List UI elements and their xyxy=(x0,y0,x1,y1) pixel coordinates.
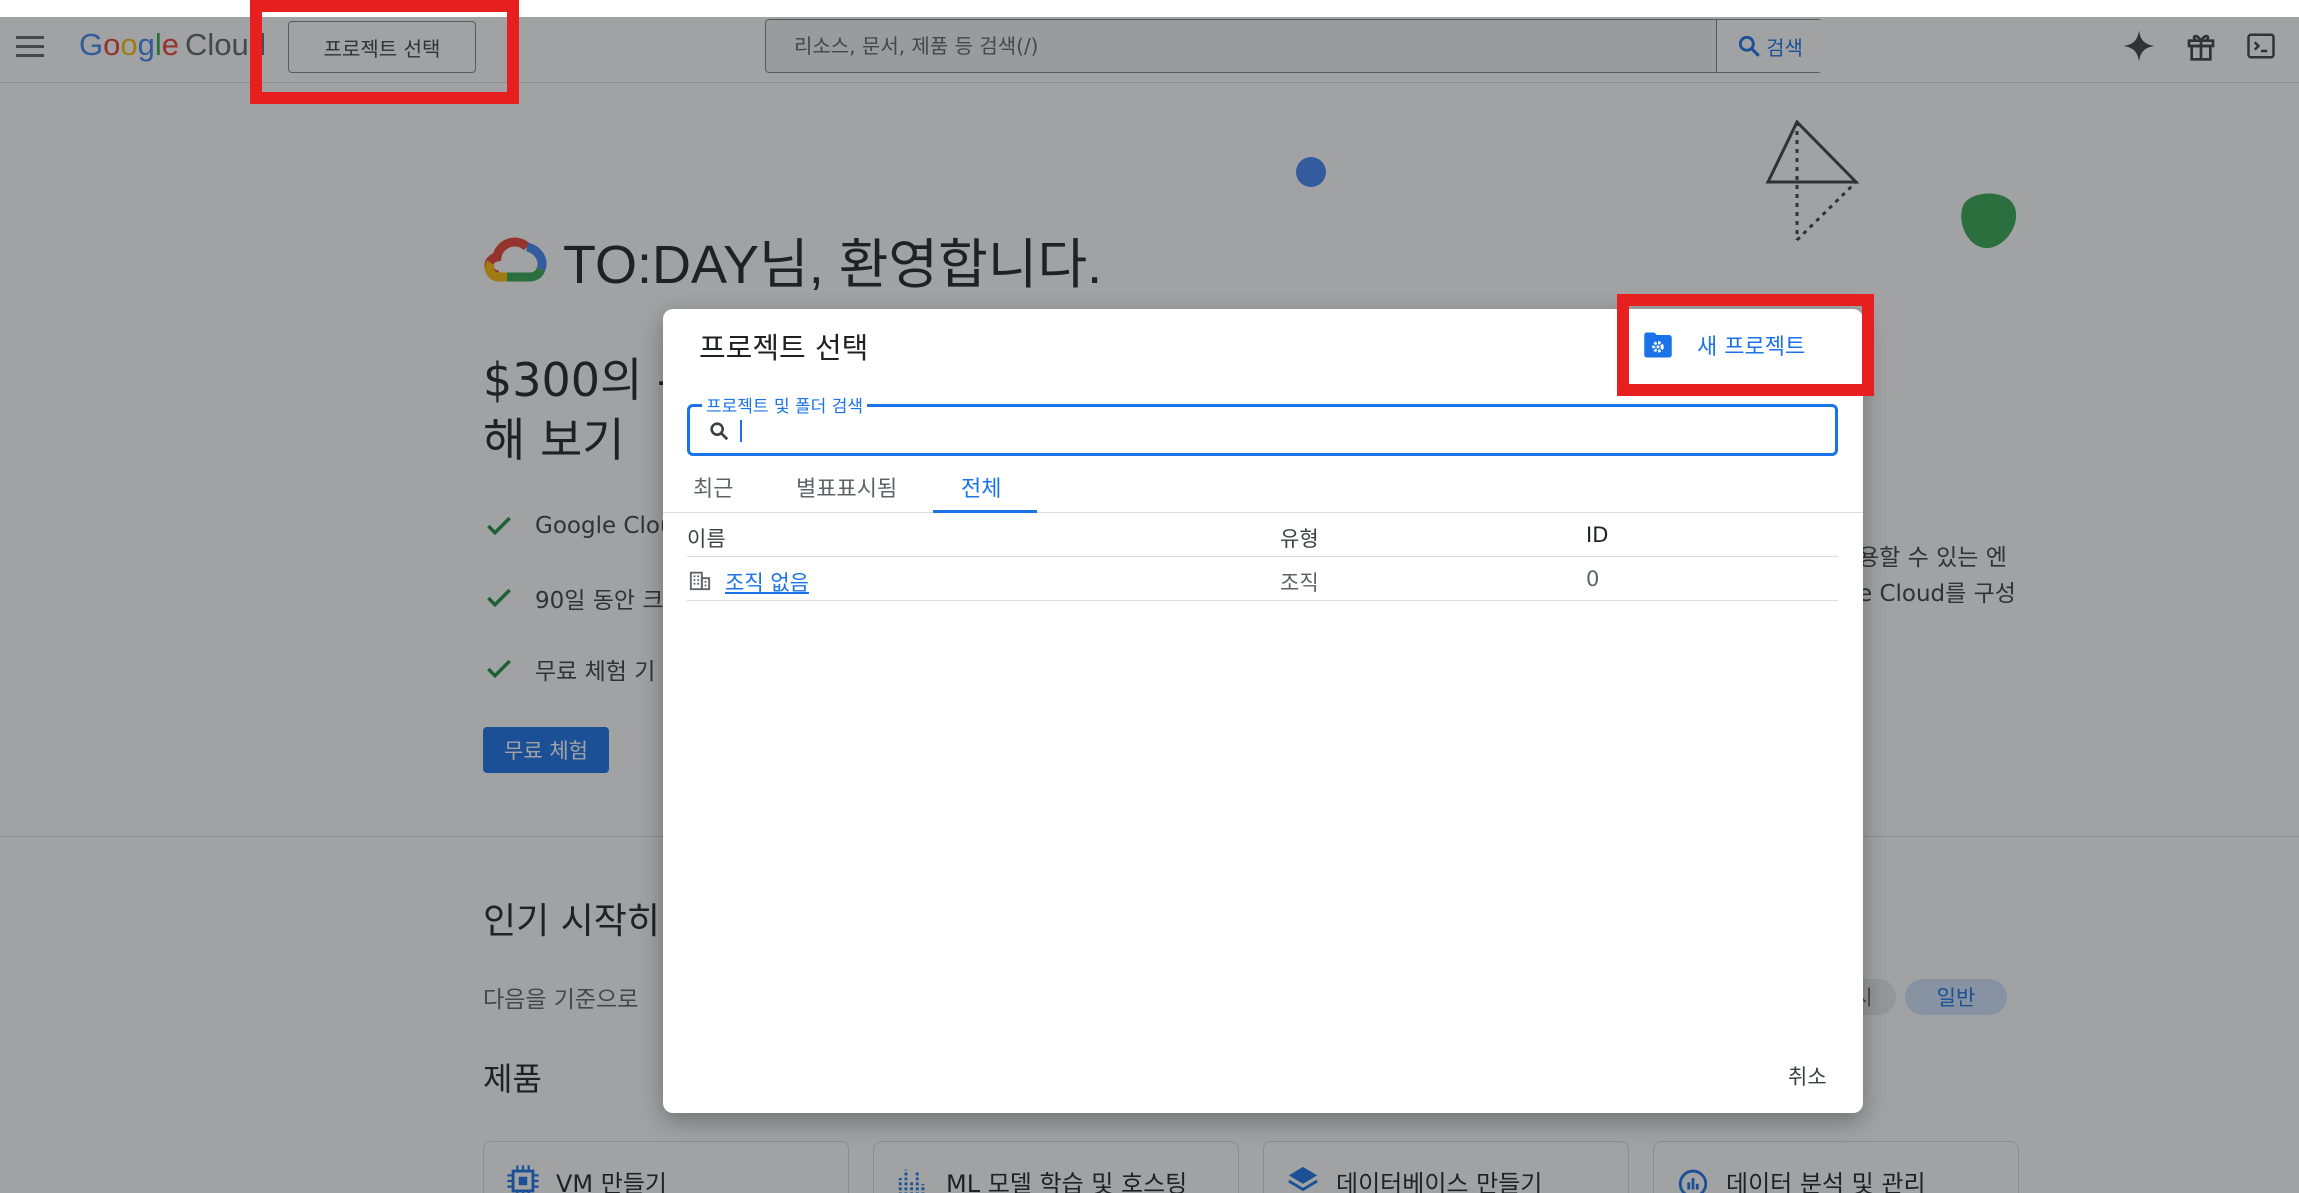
table-header: 이름 유형 ID xyxy=(687,513,1838,557)
highlight-box-new-project xyxy=(1617,294,1874,396)
table-row: 조직 없음 조직 0 xyxy=(687,557,1838,601)
column-header-id[interactable]: ID xyxy=(1586,523,1608,547)
highlight-box-project-select xyxy=(250,0,519,104)
column-header-type[interactable]: 유형 xyxy=(1280,523,1319,553)
organization-icon xyxy=(689,571,711,591)
tab-all[interactable]: 전체 xyxy=(961,471,1001,503)
tab-recent[interactable]: 최근 xyxy=(693,471,733,503)
text-cursor xyxy=(740,420,742,442)
search-icon xyxy=(710,422,729,441)
column-header-name[interactable]: 이름 xyxy=(687,523,726,553)
dialog-tabs: 최근 별표표시됨 전체 xyxy=(663,461,1863,513)
cancel-button[interactable]: 취소 xyxy=(1788,1061,1827,1091)
org-name-link[interactable]: 조직 없음 xyxy=(725,567,809,597)
row-id: 0 xyxy=(1586,567,1600,591)
tab-starred[interactable]: 별표표시됨 xyxy=(796,471,897,503)
project-select-dialog: 프로젝트 선택 새 프로젝트 프로젝트 및 폴더 검색 최근 별표표시됨 전체 … xyxy=(663,309,1863,1113)
project-folder-search: 프로젝트 및 폴더 검색 xyxy=(687,392,1838,456)
dialog-title: 프로젝트 선택 xyxy=(699,331,869,365)
project-search-input[interactable] xyxy=(736,407,1826,453)
row-type: 조직 xyxy=(1280,571,1319,595)
